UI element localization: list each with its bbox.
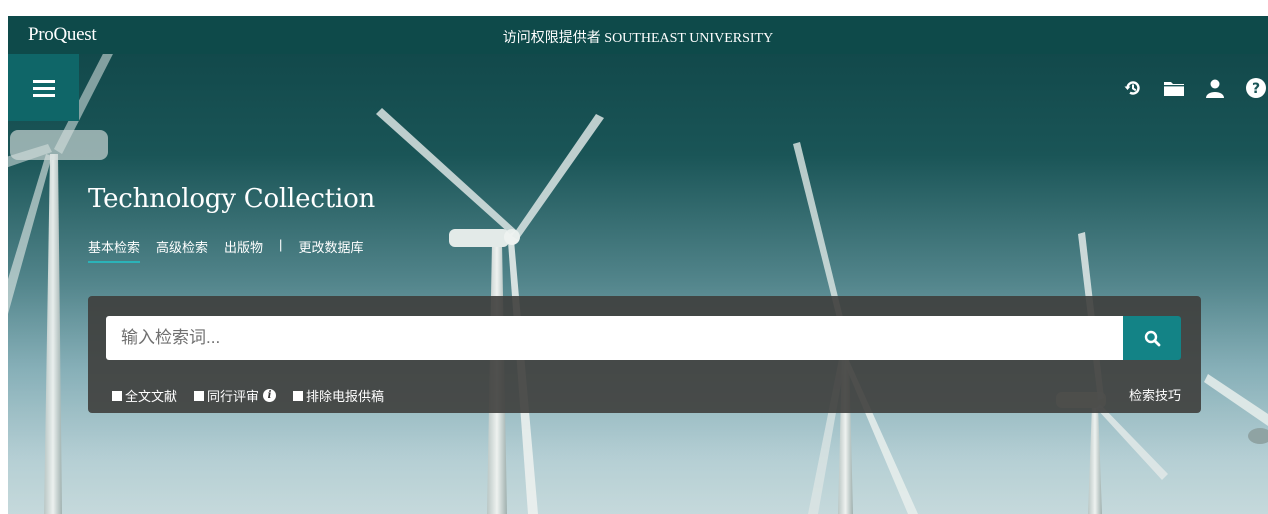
search-icon <box>1144 330 1160 346</box>
menu-button[interactable] <box>8 54 79 121</box>
search-button[interactable] <box>1123 316 1181 360</box>
history-icon[interactable] <box>1121 76 1145 100</box>
tab-advanced-search[interactable]: 高级检索 <box>156 237 208 263</box>
search-tips-link[interactable]: 检索技巧 <box>1129 385 1181 404</box>
search-input[interactable] <box>106 316 1123 360</box>
nav-separator: | <box>279 237 283 252</box>
folder-icon[interactable] <box>1162 76 1186 100</box>
top-bar: ProQuest 访问权限提供者 SOUTHEAST UNIVERSITY <box>8 16 1268 54</box>
search-nav: 基本检索 高级检索 出版物 | 更改数据库 <box>88 237 379 263</box>
peer-reviewed-checkbox[interactable] <box>194 390 205 401</box>
hero-banner: ? Technology Collection 基本检索 高级检索 出版物 | … <box>8 54 1268 514</box>
proquest-page: ProQuest 访问权限提供者 SOUTHEAST UNIVERSITY ? … <box>8 16 1268 514</box>
svg-text:?: ? <box>1252 81 1260 97</box>
access-provider-text: 访问权限提供者 SOUTHEAST UNIVERSITY <box>502 31 774 46</box>
full-text-option[interactable]: 全文文献 <box>112 386 177 405</box>
info-icon[interactable]: i <box>263 389 277 402</box>
help-icon[interactable]: ? <box>1244 76 1268 100</box>
peer-reviewed-label: 同行评审 <box>207 389 260 404</box>
tab-basic-search[interactable]: 基本检索 <box>88 237 141 263</box>
wind-turbine-background <box>8 54 1268 514</box>
full-text-label: 全文文献 <box>125 389 178 404</box>
exclude-wire-checkbox[interactable] <box>293 390 304 401</box>
change-databases-link[interactable]: 更改数据库 <box>298 237 363 263</box>
peer-reviewed-option[interactable]: 同行评审 i <box>194 386 277 405</box>
exclude-wire-option[interactable]: 排除电报供稿 <box>293 386 384 405</box>
search-panel: 全文文献 同行评审 i 排除电报供稿 检索技巧 <box>88 296 1201 413</box>
collection-title: Technology Collection <box>88 184 376 214</box>
search-options: 全文文献 同行评审 i 排除电报供稿 <box>112 386 401 405</box>
top-toolbar: ? <box>1104 76 1268 100</box>
tab-publications[interactable]: 出版物 <box>224 237 263 263</box>
full-text-checkbox[interactable] <box>112 390 122 401</box>
user-icon[interactable] <box>1203 76 1227 100</box>
exclude-wire-label: 排除电报供稿 <box>306 389 385 404</box>
hamburger-icon <box>32 79 55 97</box>
